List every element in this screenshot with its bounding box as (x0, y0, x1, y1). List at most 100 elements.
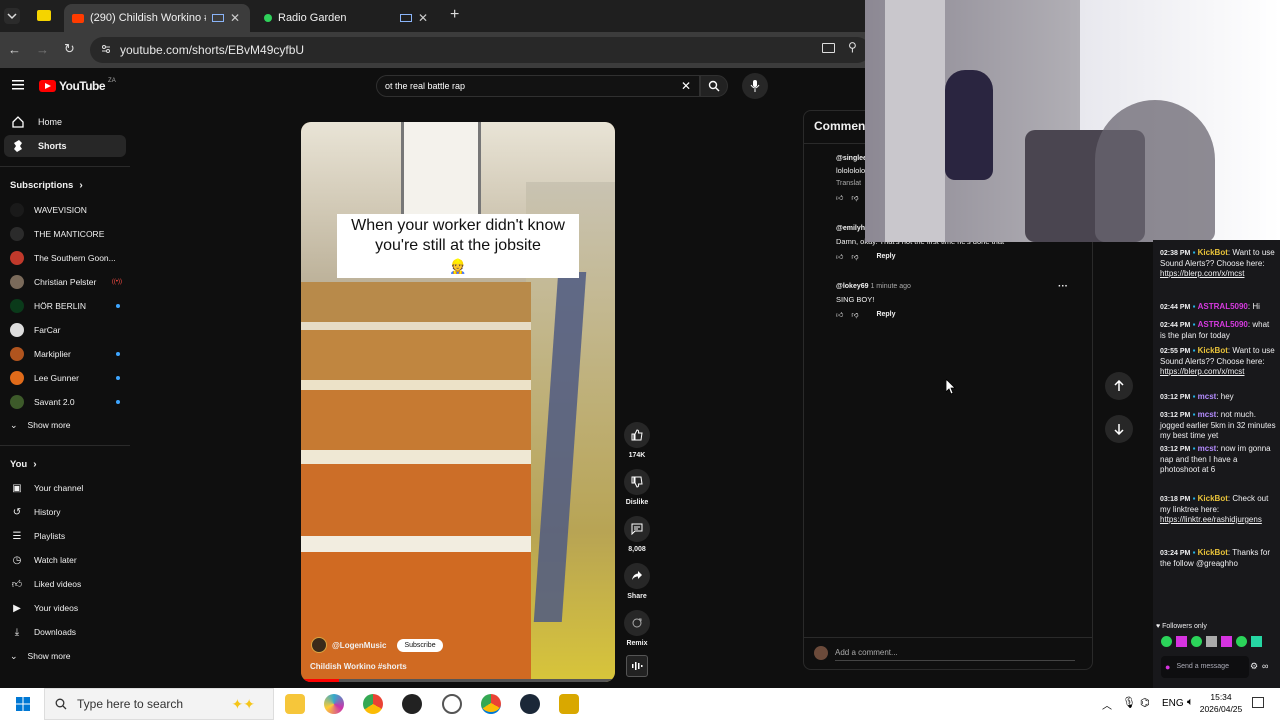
next-short-button[interactable] (1105, 415, 1133, 443)
you-item[interactable]: ⤓ Downloads (10, 622, 130, 642)
you-item[interactable]: ◷ Watch later (10, 550, 130, 570)
like-comment-icon[interactable]: 👍︎ (836, 252, 843, 261)
search-input[interactable]: ot the real battle rap ✕ (376, 75, 700, 97)
reply-button[interactable]: Reply (876, 253, 895, 260)
forward-icon[interactable]: → (36, 42, 49, 57)
emote-icon[interactable] (1176, 636, 1187, 647)
like-button[interactable]: 174K (620, 422, 654, 459)
show-more-you[interactable]: ⌄ Show more (10, 646, 130, 666)
channel-avatar[interactable] (311, 637, 327, 653)
site-info-icon[interactable] (100, 43, 112, 55)
comment-author[interactable]: @lokey69 (836, 283, 869, 290)
folder-icon[interactable] (37, 10, 51, 21)
subscription-item[interactable]: HÖR BERLIN (10, 296, 130, 316)
subscription-item[interactable]: Savant 2.0 (10, 392, 130, 412)
channel-name[interactable]: @LogenMusic (332, 641, 386, 650)
emote-icon[interactable] (1221, 636, 1232, 647)
tab-youtube[interactable]: (290) Childish Workino #sho ✕ (64, 4, 250, 32)
share-button[interactable]: Share (620, 563, 654, 600)
chat-link[interactable]: https://blerp.com/x/mcst (1160, 367, 1276, 377)
you-item[interactable]: ▣ Your channel (10, 478, 130, 498)
translate-link[interactable]: Translat (836, 180, 867, 187)
chat-username[interactable]: KickBot (1198, 548, 1228, 557)
you-item[interactable]: ▶ Your videos (10, 598, 130, 618)
previous-short-button[interactable] (1105, 372, 1133, 400)
subscription-item[interactable]: Christian Pelster ((•)) (10, 272, 130, 292)
dislike-button[interactable]: Dislike (620, 469, 654, 506)
you-heading[interactable]: You › (10, 459, 37, 470)
clock[interactable]: 15:34 2026/04/25 (1198, 691, 1244, 715)
dislike-comment-icon[interactable]: 👎︎ (851, 252, 858, 261)
sidebar-item-shorts[interactable]: Shorts (4, 135, 126, 157)
subscription-item[interactable]: Markiplier (10, 344, 130, 364)
chat-username[interactable]: KickBot (1198, 346, 1228, 355)
steam-icon[interactable] (520, 694, 540, 714)
reload-icon[interactable]: ↻ (64, 41, 75, 57)
short-video-player[interactable]: When your worker didn't know you're stil… (301, 122, 615, 682)
chat-username[interactable]: ASTRAL5090 (1198, 320, 1248, 329)
chat-username[interactable]: mcst (1198, 410, 1217, 419)
you-item[interactable]: 👍︎ Liked videos (10, 574, 130, 594)
subscription-item[interactable]: FarCar (10, 320, 130, 340)
chrome-active-icon[interactable] (481, 694, 501, 714)
microphone-tray-icon[interactable]: 🎙︎ (1122, 696, 1136, 709)
emote-picker-icon[interactable]: ∞ (1262, 661, 1268, 671)
address-bar[interactable]: youtube.com/shorts/EBvM49cyfbU (90, 37, 870, 63)
emote-icon[interactable] (1191, 636, 1202, 647)
chat-username[interactable]: KickBot (1198, 494, 1228, 503)
emote-icon[interactable] (1236, 636, 1247, 647)
back-icon[interactable]: ← (8, 42, 21, 57)
game-icon[interactable] (559, 694, 579, 714)
reply-button[interactable]: Reply (876, 311, 895, 318)
network-icon[interactable]: ⌬ (1140, 696, 1150, 709)
show-more-subscriptions[interactable]: ⌄ Show more (10, 415, 130, 435)
file-explorer-icon[interactable] (285, 694, 305, 714)
more-options-icon[interactable]: ··· (1058, 281, 1068, 292)
chat-username[interactable]: KickBot (1198, 248, 1228, 257)
tab-radio-garden[interactable]: Radio Garden ✕ (256, 4, 442, 32)
short-title[interactable]: Childish Workino #shorts (310, 662, 407, 671)
subscription-item[interactable]: THE MANTICORE (10, 224, 130, 244)
emote-icon[interactable] (1251, 636, 1262, 647)
emote-icon[interactable] (1206, 636, 1217, 647)
comments-button[interactable]: 8,008 (620, 516, 654, 553)
like-comment-icon[interactable]: 👍︎ (836, 193, 843, 202)
subscription-item[interactable]: WAVEVISION (10, 200, 130, 220)
close-tab-icon[interactable]: ✕ (418, 11, 428, 25)
subscription-item[interactable]: Lee Gunner (10, 368, 130, 388)
add-comment-input[interactable]: Add a comment... (835, 648, 1075, 661)
chat-link[interactable]: https://blerp.com/x/mcst (1160, 269, 1276, 279)
chat-link[interactable]: https://linktr.ee/rashidjurgens (1160, 515, 1276, 525)
remix-button[interactable]: Remix (620, 610, 654, 647)
tray-chevron-icon[interactable]: ︿ (1102, 697, 1112, 712)
subscribe-button[interactable]: Subscribe (397, 638, 443, 652)
zoom-icon[interactable]: ⚲ (848, 40, 857, 54)
chat-settings-icon[interactable]: ⚙ (1250, 661, 1258, 671)
subscriptions-heading[interactable]: Subscriptions › (10, 180, 83, 191)
youtube-logo[interactable]: YouTube ZA (39, 78, 116, 93)
windows-start-icon[interactable] (16, 697, 30, 711)
chat-message-input[interactable]: ● Send a message (1161, 656, 1249, 678)
like-comment-icon[interactable]: 👍︎ (836, 310, 843, 319)
dislike-comment-icon[interactable]: 👎︎ (851, 193, 858, 202)
you-item[interactable]: ↺ History (10, 502, 130, 522)
app-icon[interactable] (442, 694, 462, 714)
volume-icon[interactable]: 🔈︎ (1187, 696, 1194, 709)
chat-username[interactable]: mcst (1198, 392, 1217, 401)
chat-username[interactable]: mcst (1198, 444, 1217, 453)
taskbar-search-input[interactable]: Type here to search ✦✦ (44, 688, 274, 720)
progress-track[interactable] (301, 679, 615, 682)
subscription-item[interactable]: The Southern Goon... (10, 248, 130, 268)
search-button[interactable] (700, 75, 728, 97)
you-item[interactable]: ☰ Playlists (10, 526, 130, 546)
new-tab-icon[interactable]: + (450, 6, 459, 24)
chat-username[interactable]: ASTRAL5090 (1198, 302, 1248, 311)
menu-icon[interactable] (12, 80, 24, 90)
tab-search-button[interactable] (4, 8, 20, 24)
chrome-icon[interactable] (363, 694, 383, 714)
voice-search-button[interactable] (742, 73, 768, 99)
notification-icon[interactable] (1252, 697, 1264, 708)
clear-search-icon[interactable]: ✕ (681, 79, 691, 93)
sound-button[interactable] (626, 655, 648, 677)
copilot-icon[interactable] (324, 694, 344, 714)
